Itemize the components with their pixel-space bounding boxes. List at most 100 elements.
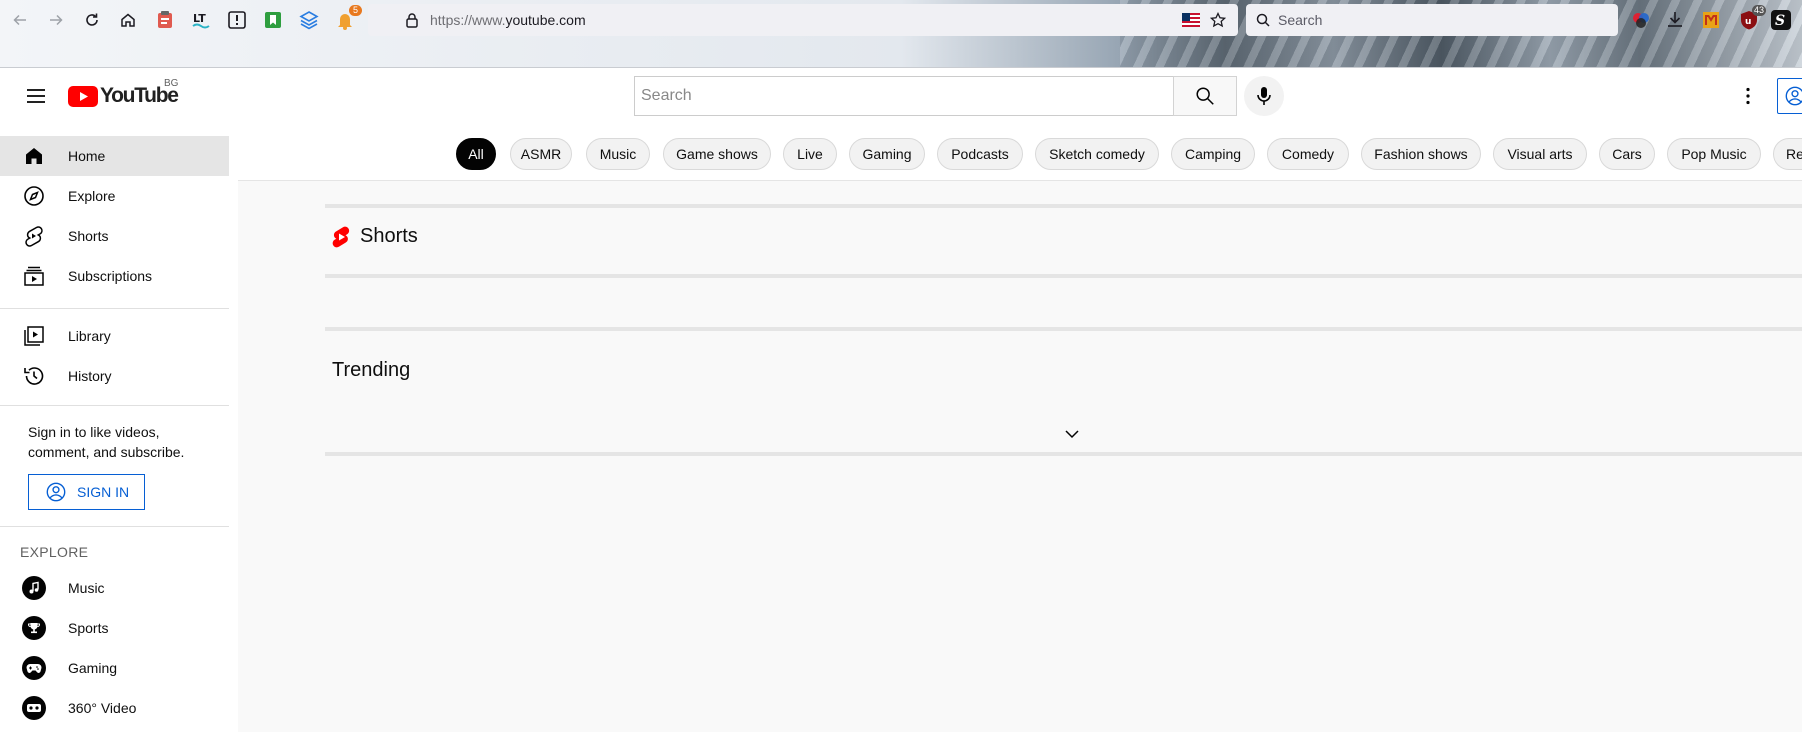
- chip-live[interactable]: Live: [783, 138, 837, 170]
- sidebar-item-music[interactable]: Music: [0, 568, 229, 608]
- history-icon: [22, 364, 46, 388]
- chip-pop-music[interactable]: Pop Music: [1667, 138, 1761, 170]
- chip-visual-arts[interactable]: Visual arts: [1493, 138, 1587, 170]
- sidebar-item-label: Gaming: [68, 660, 118, 676]
- shelf-divider: [325, 452, 1802, 456]
- search-button[interactable]: [1173, 76, 1237, 116]
- extension-layers-icon[interactable]: [298, 9, 320, 31]
- sidebar-item-label: Explore: [68, 188, 116, 204]
- account-circle-icon: [1785, 86, 1802, 106]
- search-input[interactable]: [635, 77, 1173, 115]
- chip-fashion-shows[interactable]: Fashion shows: [1361, 138, 1481, 170]
- chip-podcasts[interactable]: Podcasts: [937, 138, 1023, 170]
- youtube-logo[interactable]: YouTube BG: [68, 78, 179, 108]
- chip-all[interactable]: All: [456, 138, 496, 170]
- main-content: Shorts Trending: [238, 181, 1802, 732]
- browser-search-box[interactable]: Search: [1246, 4, 1618, 36]
- chip-camping[interactable]: Camping: [1171, 138, 1255, 170]
- sidebar-item-subscriptions[interactable]: Subscriptions: [0, 256, 229, 296]
- extension-m-icon[interactable]: [1700, 9, 1722, 31]
- trending-title[interactable]: Trending: [332, 359, 410, 382]
- extension-notifications-icon[interactable]: 5: [334, 5, 362, 31]
- sidebar-item-360-video[interactable]: 360° Video: [0, 688, 229, 728]
- sidebar-item-gaming[interactable]: Gaming: [0, 648, 229, 688]
- chip-comedy[interactable]: Comedy: [1267, 138, 1349, 170]
- chip-music[interactable]: Music: [586, 138, 650, 170]
- arrow-left-icon: [13, 14, 26, 26]
- sidebar-item-explore[interactable]: Explore: [0, 176, 229, 216]
- expand-trending-button[interactable]: [1056, 418, 1088, 450]
- sidebar-item-label: Library: [68, 328, 111, 344]
- shorts-title: Shorts: [360, 225, 418, 247]
- extension-bookmark-green-icon[interactable]: [262, 9, 284, 31]
- ublock-count-badge: 43: [1751, 5, 1766, 16]
- sign-in-promo-text: Sign in to like videos, comment, and sub…: [28, 424, 185, 460]
- sidebar-item-sports[interactable]: Sports: [0, 608, 229, 648]
- vertical-dots-icon: [1746, 87, 1750, 105]
- settings-more-button[interactable]: [1728, 76, 1768, 116]
- sidebar-item-shorts[interactable]: Shorts: [0, 216, 229, 256]
- chip-filter-bar: All ASMR Music Game shows Live Gaming Po…: [238, 124, 1802, 181]
- extension-s-icon[interactable]: S: [1770, 9, 1792, 31]
- extension-s-letter: S: [1775, 13, 1785, 29]
- extension-lt-icon[interactable]: LT: [190, 9, 212, 31]
- sidebar-item-label: Shorts: [68, 228, 109, 244]
- chip-game-shows[interactable]: Game shows: [663, 138, 771, 170]
- downloads-icon[interactable]: [1664, 9, 1686, 31]
- microphone-icon: [1257, 87, 1271, 105]
- chip-sketch-comedy[interactable]: Sketch comedy: [1035, 138, 1159, 170]
- header-sign-in-button[interactable]: [1777, 78, 1802, 114]
- extension-colorball-icon[interactable]: [1630, 9, 1652, 31]
- search-icon: [1256, 13, 1270, 27]
- url-text: https://www.youtube.com: [430, 12, 586, 28]
- chip-truncated[interactable]: Re: [1773, 138, 1802, 170]
- reload-icon: [86, 13, 98, 26]
- compass-icon: [22, 184, 46, 208]
- extension-reader-icon[interactable]: [226, 9, 248, 31]
- back-button[interactable]: [6, 6, 34, 34]
- library-icon: [22, 324, 46, 348]
- svg-text:LT: LT: [193, 12, 206, 25]
- home-button[interactable]: [114, 6, 142, 34]
- url-bar[interactable]: https://www.youtube.com: [368, 4, 1238, 36]
- shorts-logo-icon: [332, 226, 350, 247]
- chip-cars[interactable]: Cars: [1599, 138, 1655, 170]
- sidebar-item-label: 360° Video: [68, 700, 137, 716]
- sidebar-item-label: Music: [68, 580, 105, 596]
- sidebar-item-home[interactable]: Home: [0, 136, 229, 176]
- shelf-divider: [325, 204, 1802, 208]
- sidebar-item-history[interactable]: History: [0, 356, 229, 396]
- chip-gaming[interactable]: Gaming: [849, 138, 925, 170]
- sign-in-label: SIGN IN: [77, 484, 130, 500]
- forward-button[interactable]: [42, 6, 70, 34]
- sidebar-divider: [0, 526, 229, 527]
- sidebar-item-library[interactable]: Library: [0, 316, 229, 356]
- us-flag-icon[interactable]: [1182, 13, 1200, 27]
- gamepad-icon: [22, 656, 46, 680]
- lock-icon: [404, 12, 420, 28]
- vr-headset-icon: [22, 696, 46, 720]
- search-icon: [1196, 87, 1214, 105]
- sidebar-item-label: Sports: [68, 620, 109, 636]
- arrow-right-icon: [50, 14, 63, 26]
- shorts-shelf-header[interactable]: Shorts: [332, 225, 418, 248]
- chip-asmr[interactable]: ASMR: [510, 138, 572, 170]
- shorts-icon: [22, 224, 46, 248]
- guide-menu-button[interactable]: [16, 76, 56, 116]
- browser-search-placeholder: Search: [1278, 12, 1323, 28]
- sidebar-item-label: Subscriptions: [68, 268, 153, 284]
- extension-clipboard-icon[interactable]: [154, 9, 176, 31]
- home-icon: [22, 144, 46, 168]
- voice-search-button[interactable]: [1244, 76, 1284, 116]
- sidebar-divider: [0, 308, 229, 309]
- house-icon: [121, 13, 135, 27]
- star-bookmark-icon[interactable]: [1210, 12, 1226, 28]
- chevron-down-icon: [1065, 430, 1079, 439]
- sidebar-divider: [0, 405, 229, 406]
- trophy-icon: [22, 616, 46, 640]
- country-code: BG: [164, 78, 179, 89]
- sidebar-sign-in-button[interactable]: SIGN IN: [28, 474, 145, 510]
- reload-button[interactable]: [78, 6, 106, 34]
- browser-toolbar: LT 5 https://www.youtube.com Search u 43…: [0, 0, 1802, 68]
- extension-ublock-icon[interactable]: u 43: [1738, 5, 1766, 31]
